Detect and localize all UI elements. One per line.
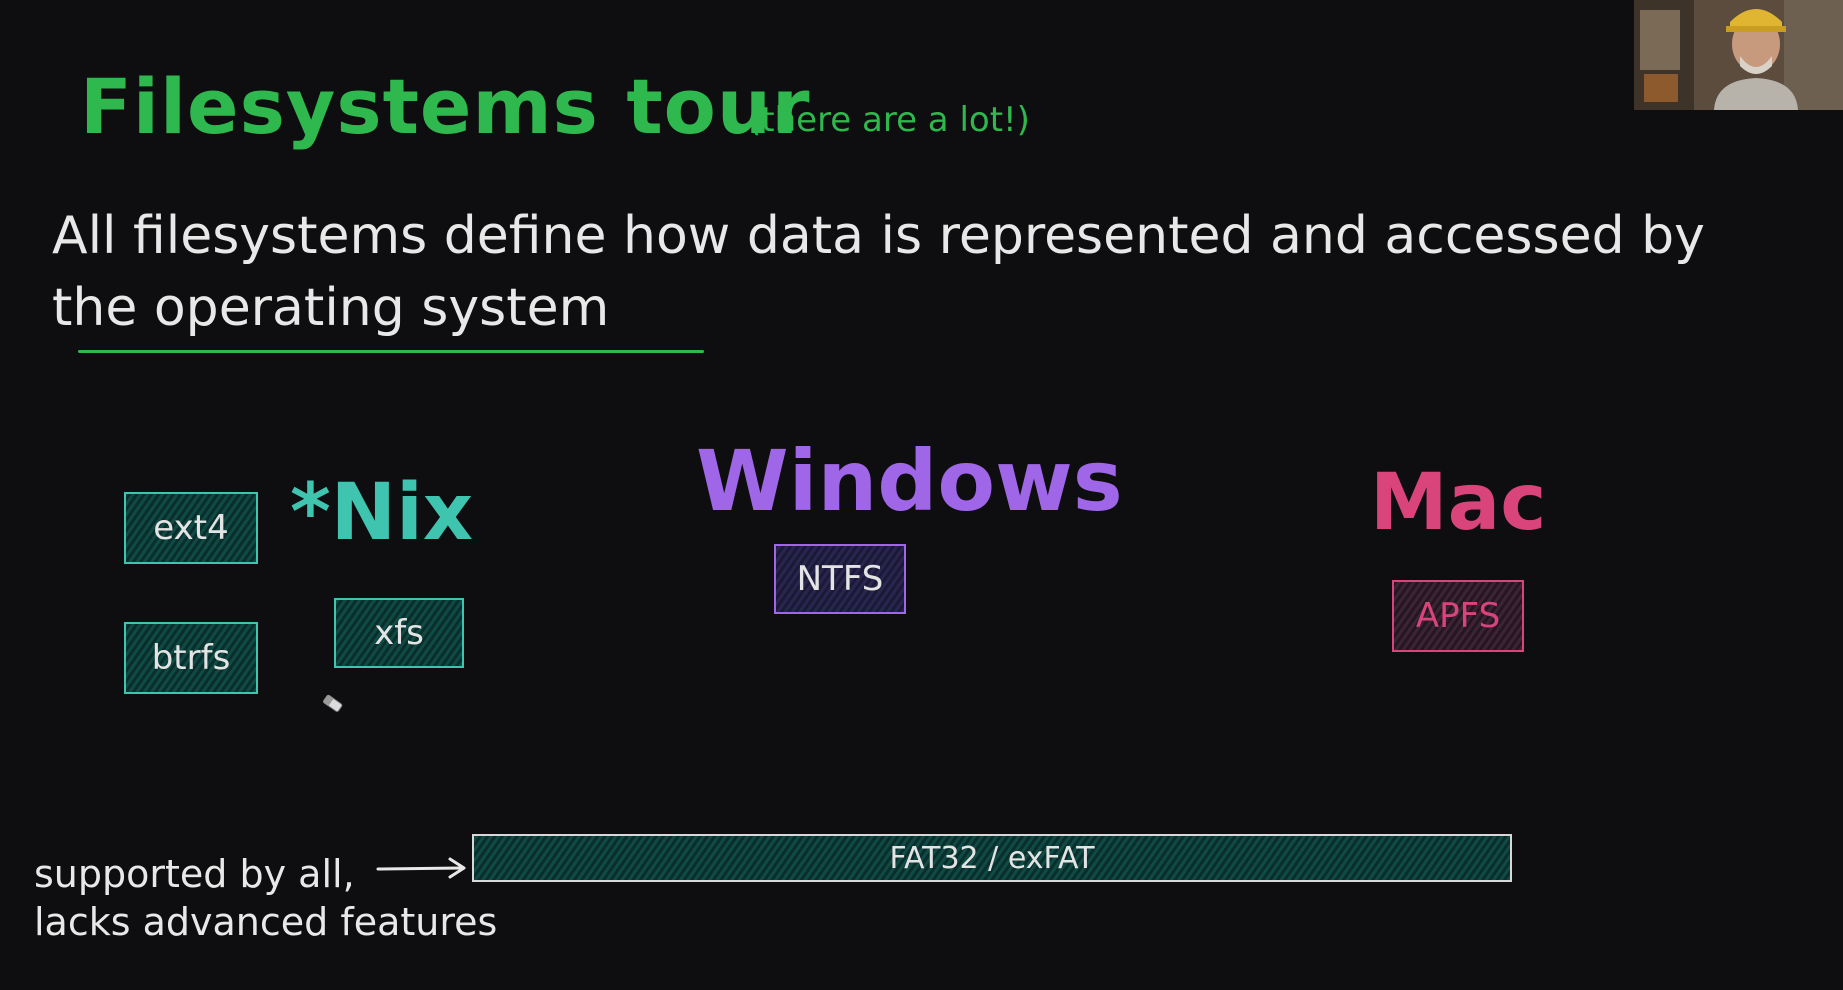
fat-note-line1: supported by all, (34, 852, 355, 896)
fs-box-ntfs: NTFS (774, 544, 906, 614)
eraser-cursor-icon (323, 694, 343, 712)
slide-subtitle: (there are a lot!) (748, 100, 1030, 140)
fs-box-ext4: ext4 (124, 492, 258, 564)
fat-note-line2: lacks advanced features (34, 900, 498, 944)
fs-box-xfs: xfs (334, 598, 464, 668)
os-label-windows: Windows (696, 432, 1123, 530)
fat-note: supported by all, lacks advanced feature… (34, 850, 554, 946)
fs-box-fat32-exfat: FAT32 / exFAT (472, 834, 1512, 882)
headline-text: All filesystems define how data is repre… (52, 206, 1705, 338)
fs-box-btrfs: btrfs (124, 622, 258, 694)
webcam-overlay (1634, 0, 1843, 110)
os-label-mac: Mac (1370, 458, 1547, 548)
fs-box-apfs: APFS (1392, 580, 1524, 652)
os-label-nix: *Nix (290, 468, 474, 558)
slide-title: Filesystems tour (80, 62, 811, 151)
arrow-icon (376, 857, 466, 879)
headline-underline (78, 350, 704, 353)
